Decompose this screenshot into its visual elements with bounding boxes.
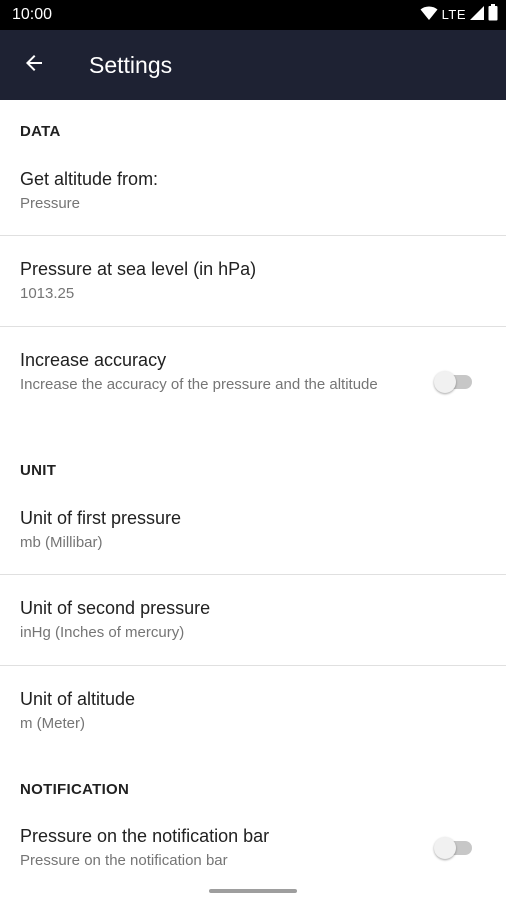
pref-get-altitude-from[interactable]: Get altitude from: Pressure [0, 150, 506, 234]
switch-thumb [434, 837, 456, 859]
app-bar: Settings [0, 30, 506, 100]
pref-title: Increase accuracy [20, 350, 167, 370]
battery-icon [488, 4, 498, 26]
section-header-notification: NOTIFICATION [20, 781, 130, 798]
home-indicator[interactable] [209, 889, 297, 893]
pref-unit-second-pressure[interactable]: Unit of second pressure inHg (Inches of … [0, 575, 506, 665]
pref-title: Unit of first pressure [20, 508, 182, 528]
pref-summary: inHg (Inches of mercury) [20, 624, 185, 641]
wifi-icon [420, 5, 438, 26]
pref-summary: Pressure [20, 195, 81, 212]
pref-title: Pressure at sea level (in hPa) [20, 259, 257, 279]
pref-sea-level-pressure[interactable]: Pressure at sea level (in hPa) 1013.25 [0, 236, 506, 326]
pref-notification-bar[interactable]: Pressure on the notification bar Pressur… [0, 808, 506, 893]
back-button[interactable] [16, 47, 52, 83]
pref-title: Unit of altitude [20, 689, 136, 709]
notification-bar-switch[interactable] [434, 836, 474, 860]
status-icons: LTE [420, 4, 498, 26]
pref-summary: Increase the accuracy of the pressure an… [20, 376, 378, 393]
arrow-left-icon [22, 51, 46, 80]
section-header-data: DATA [20, 123, 61, 140]
pref-increase-accuracy[interactable]: Increase accuracy Increase the accuracy … [0, 327, 506, 430]
page-title: Settings [89, 52, 173, 78]
section-header-unit: UNIT [20, 462, 57, 479]
network-type-label: LTE [441, 7, 466, 22]
pref-title: Get altitude from: [20, 169, 159, 189]
cell-signal-icon [470, 5, 484, 25]
status-bar: 10:00 LTE [0, 0, 506, 30]
switch-thumb [434, 371, 456, 393]
pref-title: Unit of second pressure [20, 598, 211, 618]
status-time: 10:00 [12, 6, 53, 23]
increase-accuracy-switch[interactable] [434, 370, 474, 394]
pref-unit-first-pressure[interactable]: Unit of first pressure mb (Millibar) [0, 489, 506, 574]
pref-title: Pressure on the notification bar [20, 826, 270, 846]
pref-summary: mb (Millibar) [20, 534, 103, 551]
pref-summary: Pressure on the notification bar [20, 852, 228, 869]
pref-summary: m (Meter) [20, 715, 85, 732]
pref-unit-altitude[interactable]: Unit of altitude m (Meter) [0, 666, 506, 756]
pref-summary: 1013.25 [20, 285, 75, 302]
